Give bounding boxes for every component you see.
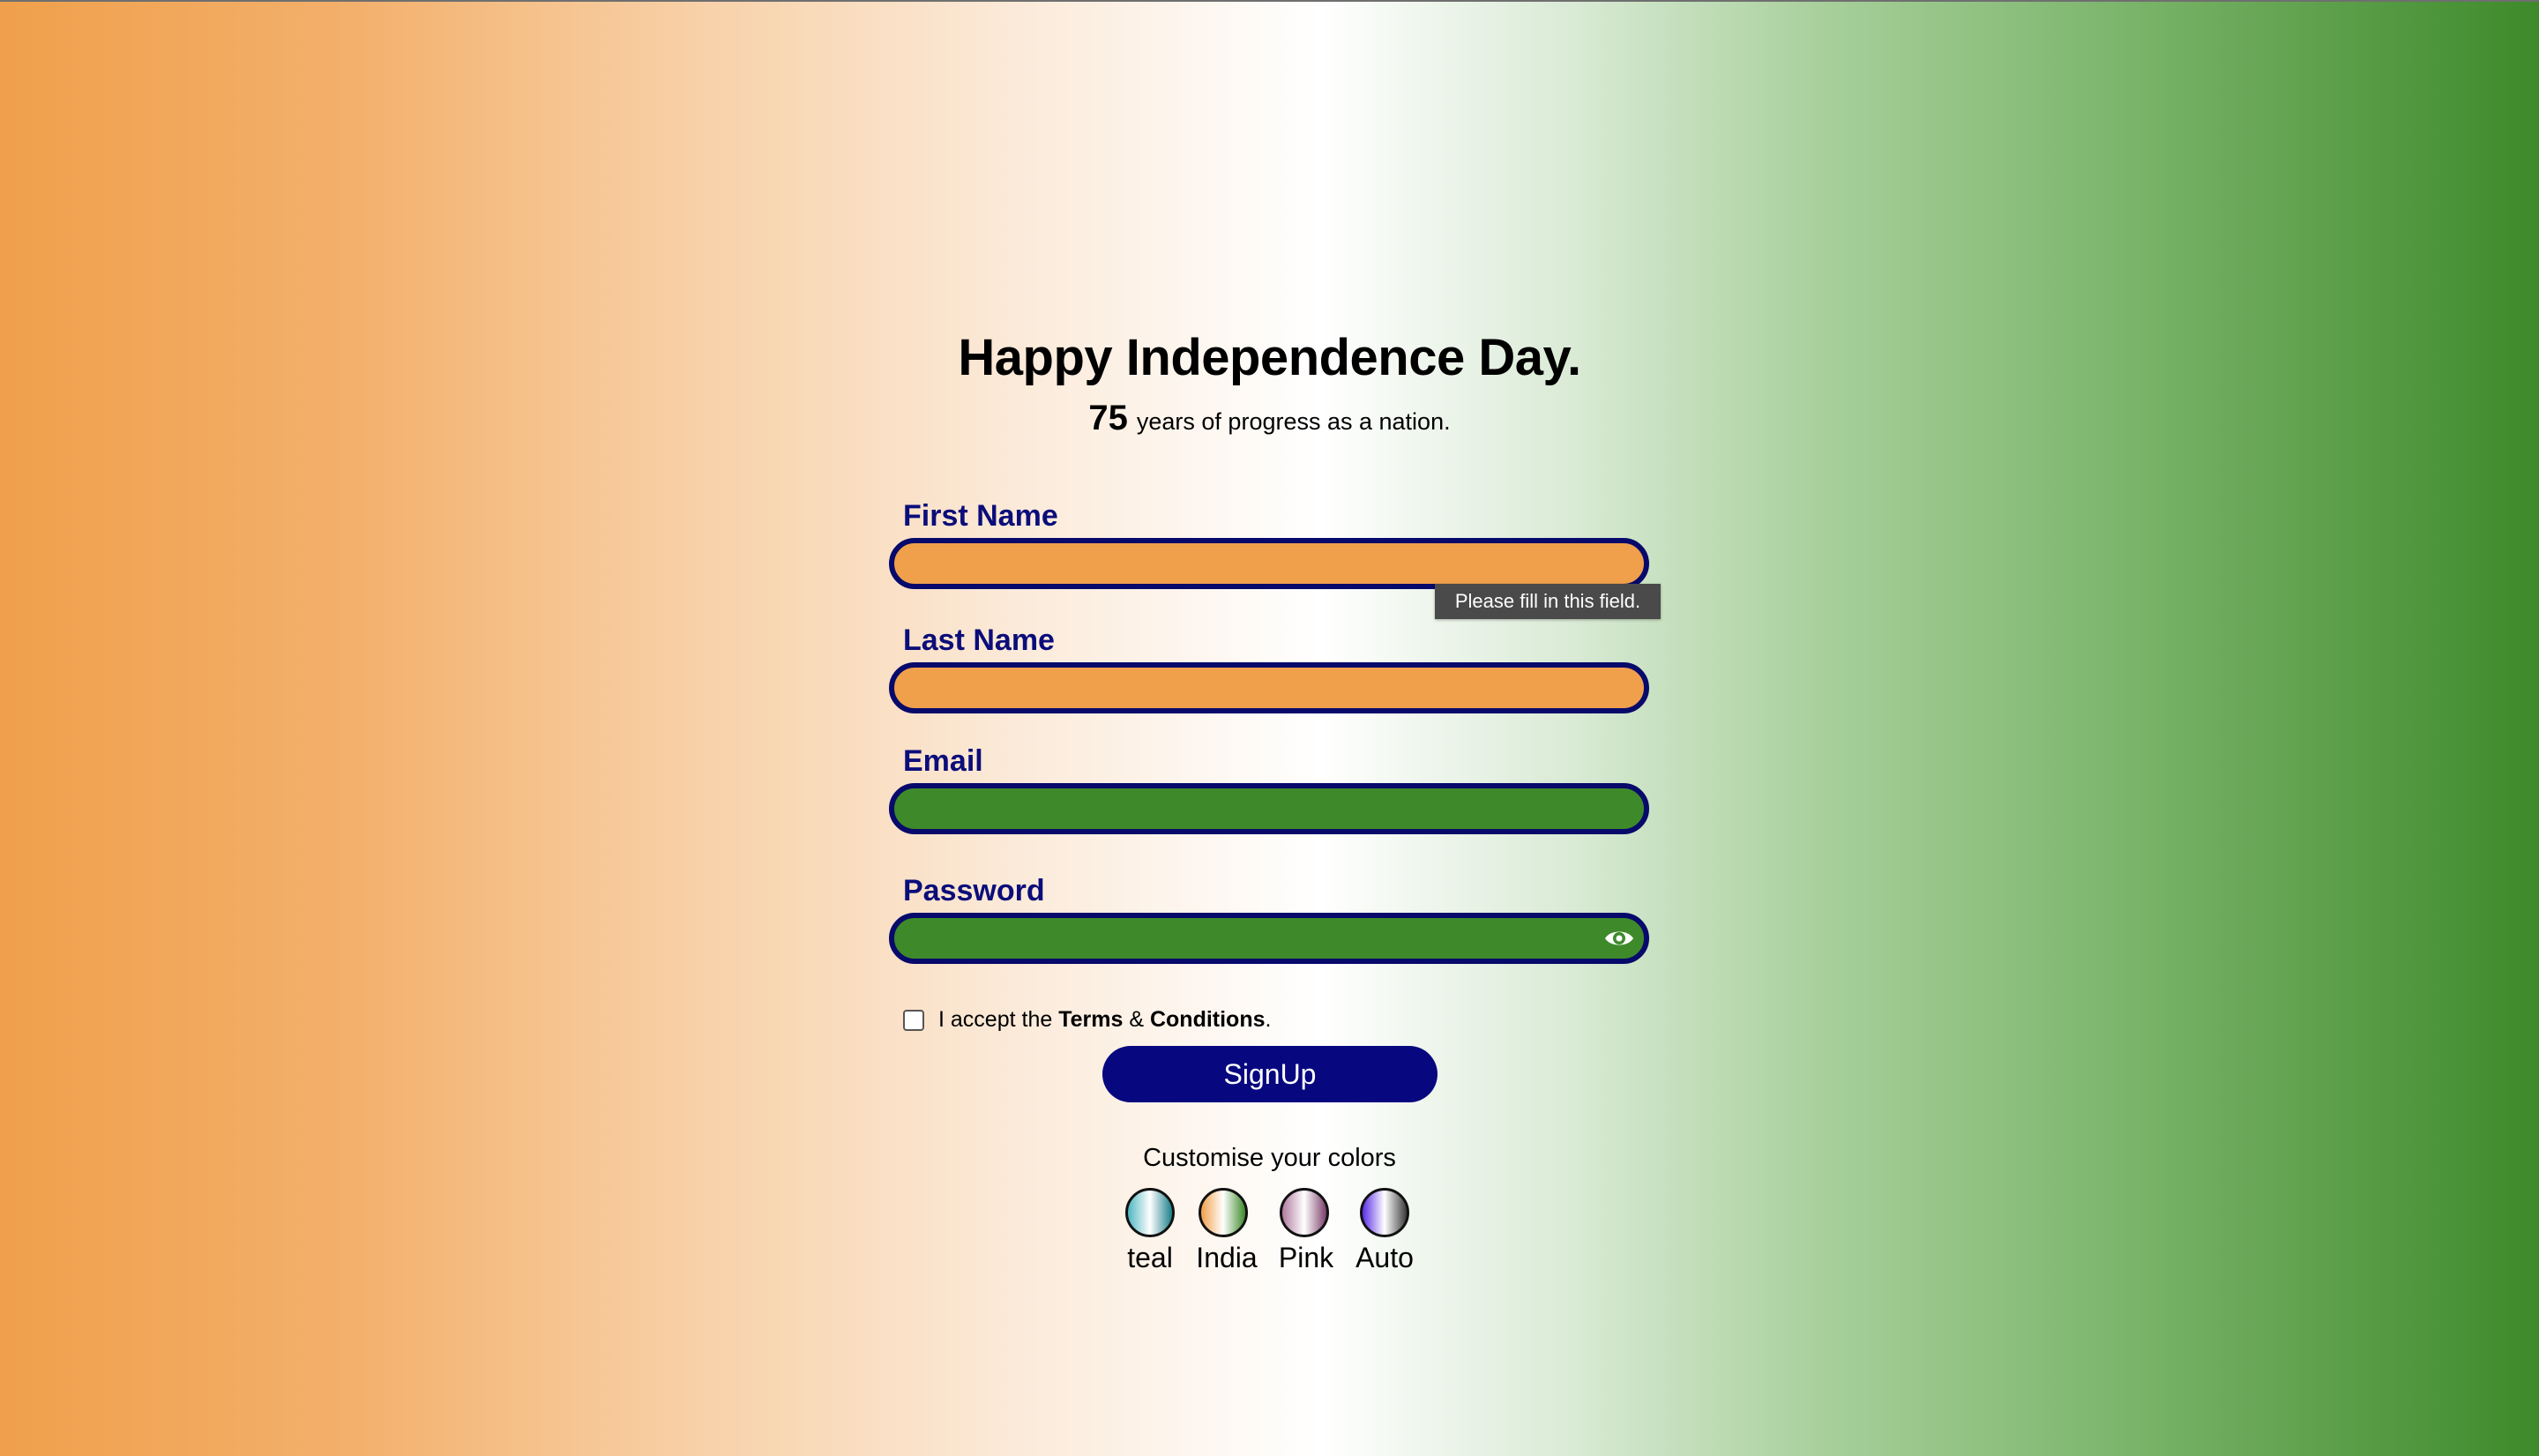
password-label: Password — [903, 874, 1045, 907]
terms-suffix: . — [1265, 1007, 1272, 1032]
theme-swatch-pink[interactable] — [1280, 1188, 1329, 1237]
last-name-label: Last Name — [903, 623, 1055, 657]
password-input[interactable] — [889, 913, 1649, 964]
terms-link: Terms — [1058, 1007, 1124, 1032]
first-name-label: First Name — [903, 499, 1058, 533]
signup-page: Happy Independence Day. 75 years of progr… — [0, 0, 2539, 1456]
email-label: Email — [903, 744, 983, 778]
email-input[interactable] — [889, 783, 1649, 834]
validation-tooltip: Please fill in this field. — [1435, 584, 1661, 619]
theme-label-auto[interactable]: Auto — [1332, 1242, 1438, 1274]
page-subtitle: 75 years of progress as a nation. — [0, 399, 2539, 438]
signup-button[interactable]: SignUp — [1102, 1046, 1438, 1102]
years-text: years of progress as a nation. — [1136, 408, 1451, 435]
terms-row: I accept the Terms & Conditions. — [903, 1007, 1271, 1033]
theme-swatch-teal[interactable] — [1125, 1188, 1175, 1237]
last-name-input[interactable] — [889, 662, 1649, 713]
terms-prefix: I accept the — [938, 1007, 1059, 1032]
conditions-link: Conditions — [1149, 1007, 1266, 1032]
page-title: Happy Independence Day. — [958, 329, 1581, 386]
terms-checkbox[interactable] — [903, 1009, 924, 1031]
first-name-input[interactable] — [889, 538, 1649, 589]
years-count: 75 — [1088, 399, 1128, 437]
theme-swatch-india[interactable] — [1199, 1188, 1248, 1237]
eye-icon[interactable] — [1603, 925, 1635, 952]
customise-heading: Customise your colors — [1143, 1144, 1396, 1172]
theme-swatch-auto[interactable] — [1360, 1188, 1409, 1237]
terms-ampersand: & — [1123, 1007, 1150, 1032]
